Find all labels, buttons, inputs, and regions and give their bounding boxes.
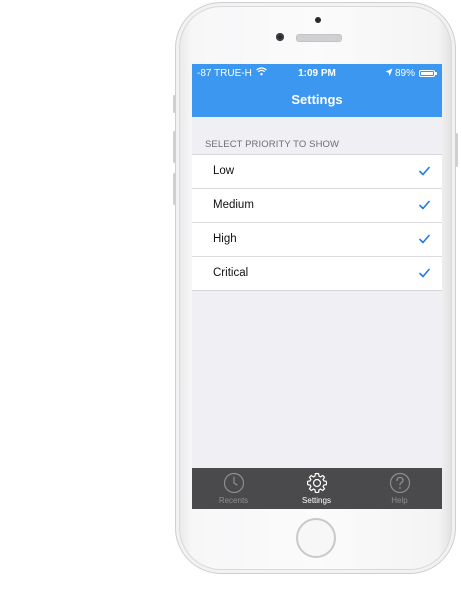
priority-list: Low Medium High Critical <box>192 154 442 291</box>
checkmark-icon <box>419 268 430 278</box>
navigation-bar: Settings <box>192 84 442 117</box>
gear-icon <box>306 472 328 494</box>
priority-label: Low <box>213 165 235 177</box>
sensor-dot <box>315 17 321 23</box>
tab-label: Help <box>391 496 408 505</box>
volume-up-button <box>173 131 176 163</box>
power-button <box>455 133 458 167</box>
priority-row-high[interactable]: High <box>192 223 442 257</box>
front-camera <box>276 33 284 41</box>
earpiece-speaker <box>296 34 342 42</box>
checkmark-icon <box>419 166 430 176</box>
mute-switch <box>173 95 176 113</box>
location-arrow-icon <box>385 68 393 77</box>
priority-label: Medium <box>213 199 254 211</box>
status-bar: -87 TRUE-H 1:09 PM 89% <box>192 64 442 84</box>
page-title: Settings <box>291 92 343 107</box>
tab-label: Recents <box>218 496 249 505</box>
clock-icon <box>223 472 245 494</box>
battery-icon <box>419 70 437 77</box>
priority-label: High <box>213 233 237 245</box>
tab-bar: Recents Settings Help <box>192 468 442 509</box>
checkmark-icon <box>419 234 430 244</box>
question-icon <box>389 472 411 494</box>
checkmark-icon <box>419 200 430 210</box>
home-button[interactable] <box>296 518 336 558</box>
app-screen: -87 TRUE-H 1:09 PM 89% Settings SELECT P… <box>192 64 442 509</box>
section-header: SELECT PRIORITY TO SHOW <box>205 139 340 150</box>
battery-percent: 89% <box>395 68 416 79</box>
priority-row-critical[interactable]: Critical <box>192 257 442 290</box>
tab-label: Settings <box>302 496 331 505</box>
priority-row-medium[interactable]: Medium <box>192 189 442 223</box>
tab-help[interactable]: Help <box>358 468 441 509</box>
tab-recents[interactable]: Recents <box>192 468 275 509</box>
priority-label: Critical <box>213 267 249 279</box>
canvas: -87 TRUE-H 1:09 PM 89% Settings SELECT P… <box>0 0 461 612</box>
tab-settings[interactable]: Settings <box>275 468 358 509</box>
priority-row-low[interactable]: Low <box>192 155 442 189</box>
volume-down-button <box>173 173 176 205</box>
